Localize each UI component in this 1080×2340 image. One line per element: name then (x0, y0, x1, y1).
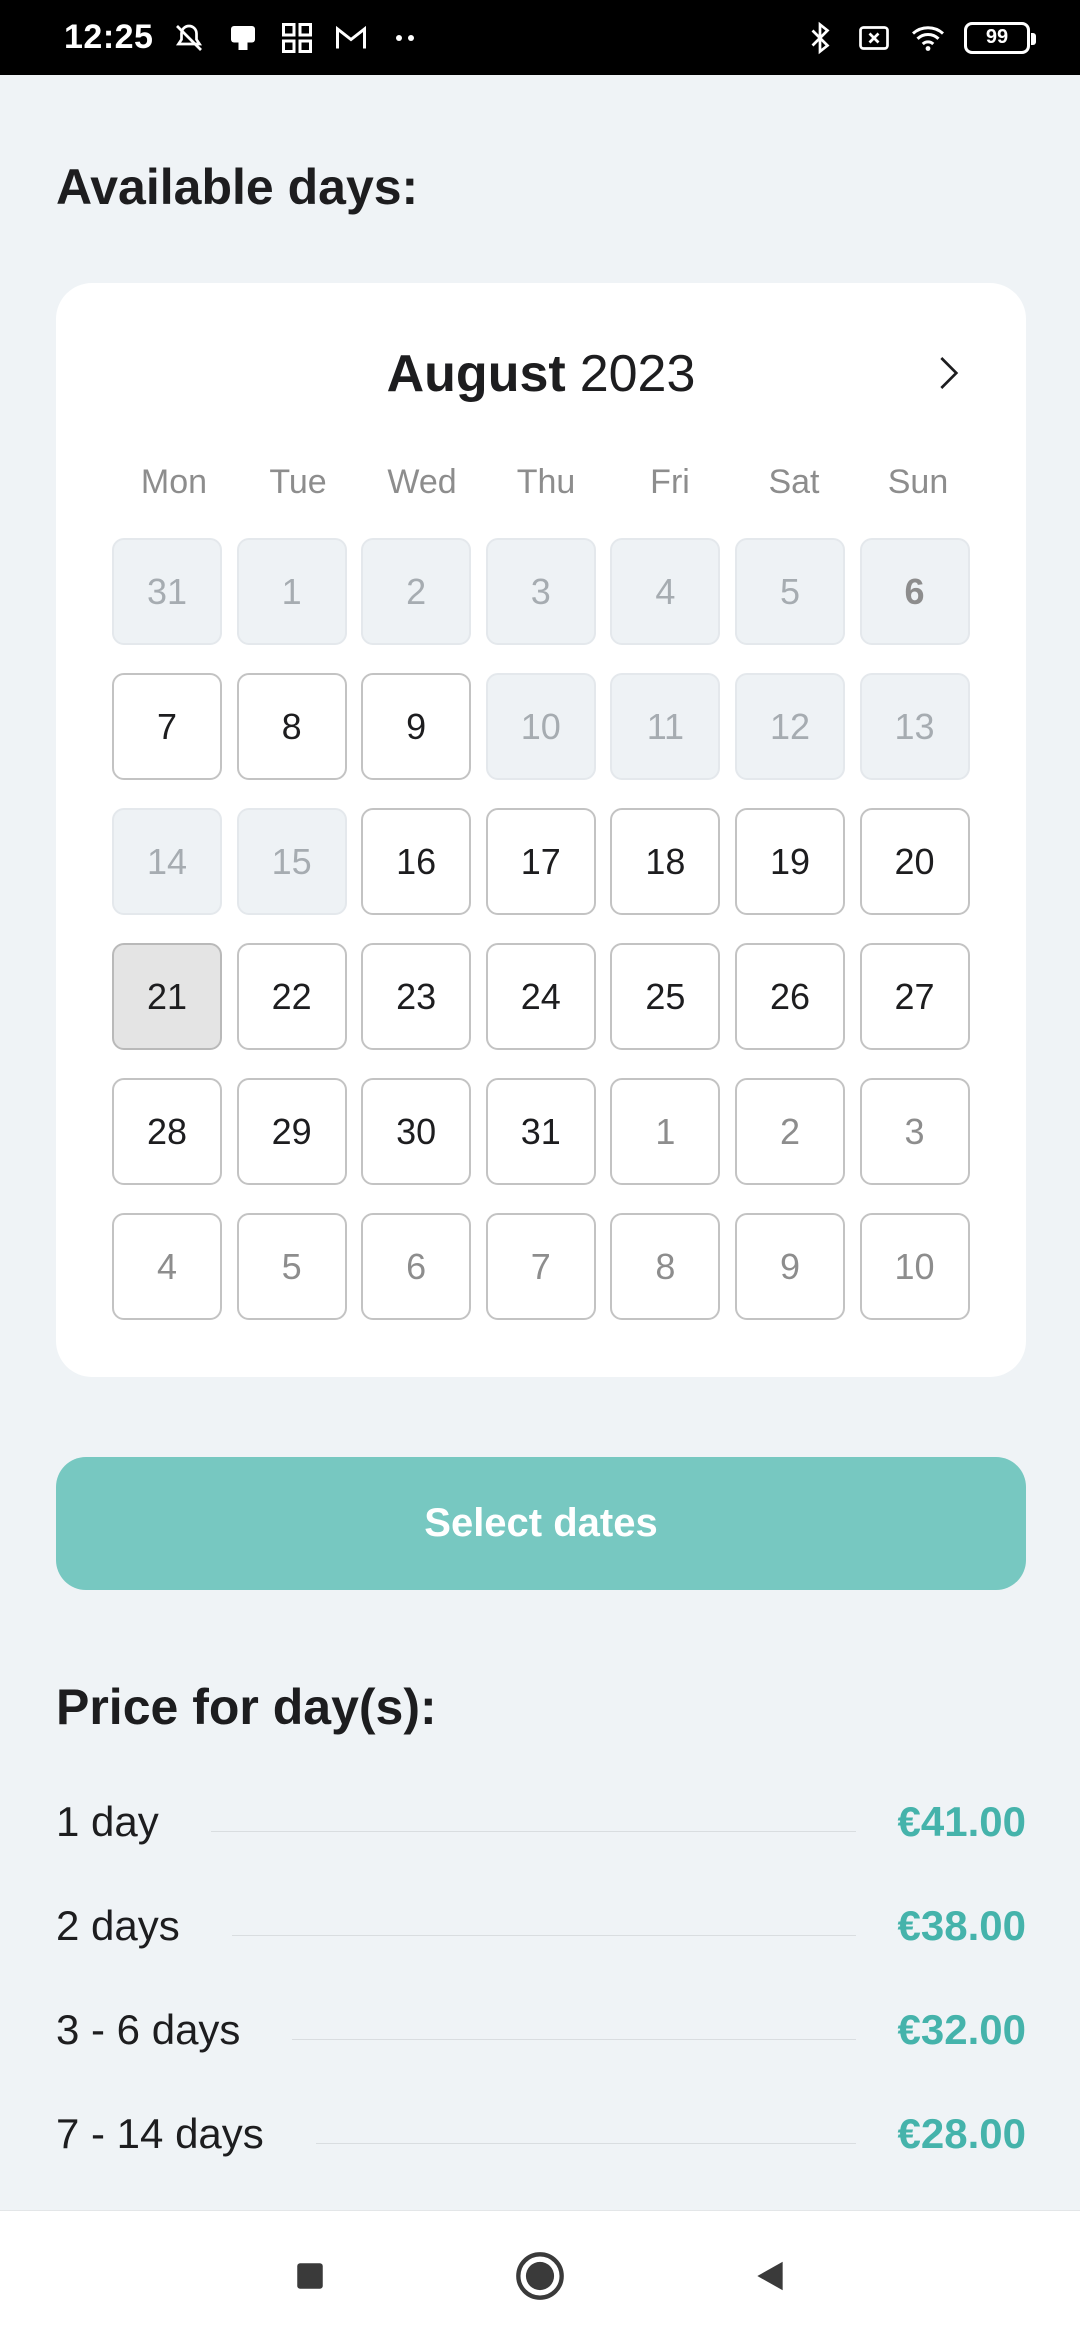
price-divider (315, 2142, 856, 2144)
back-icon (757, 2261, 783, 2290)
calendar-day[interactable]: 29 (236, 1078, 347, 1185)
calendar-day[interactable]: 5 (236, 1213, 347, 1320)
calendar-day[interactable]: 10 (859, 1213, 970, 1320)
price-row: 1 day €41.00 (56, 1792, 1026, 1852)
calendar-day[interactable]: 28 (112, 1078, 222, 1185)
calendar-day[interactable]: 2 (734, 1078, 845, 1185)
price-value: €38.00 (897, 1902, 1026, 1949)
price-label: 1 day (56, 1798, 159, 1845)
home-icon (516, 2251, 564, 2300)
calendar-day[interactable]: 7 (112, 673, 222, 780)
calendar-day[interactable]: 23 (361, 943, 472, 1050)
bluetooth-icon (802, 20, 838, 56)
calendar-day[interactable]: 10 (485, 673, 596, 780)
calendar-day[interactable]: 5 (734, 538, 845, 645)
more-dots-icon (387, 20, 423, 56)
price-value: €28.00 (897, 2110, 1026, 2157)
notification-icon (225, 20, 261, 56)
status-bar: 12:25 99 (0, 0, 1080, 75)
price-title: Price for day(s): (56, 1679, 437, 1735)
weekday-label: Fri (650, 463, 690, 501)
calendar-year: 2023 (579, 345, 696, 403)
calendar-header: August 2023 (56, 339, 1026, 409)
calendar-day[interactable]: 31 (112, 538, 222, 645)
wifi-icon (910, 20, 946, 56)
back-button[interactable] (740, 2246, 800, 2306)
calendar-day[interactable]: 31 (485, 1078, 596, 1185)
calendar-day[interactable]: 8 (236, 673, 347, 780)
price-label: 7 - 14 days (56, 2110, 264, 2157)
weekday-label: Wed (387, 463, 457, 501)
calendar-day[interactable]: 1 (610, 1078, 721, 1185)
price-label: 3 - 6 days (56, 2006, 241, 2053)
status-time: 12:25 (64, 18, 154, 56)
gmail-icon (333, 20, 369, 56)
price-row: 3 - 6 days €32.00 (56, 2000, 1026, 2060)
select-dates-button[interactable]: Select dates (56, 1457, 1026, 1590)
price-divider (210, 1830, 856, 1832)
calendar-day[interactable]: 19 (734, 808, 845, 915)
calendar-day[interactable]: 3 (485, 538, 596, 645)
calendar-day[interactable]: 6 (859, 538, 970, 645)
price-value: €32.00 (897, 2006, 1026, 2053)
weekday-label: Sun (887, 463, 949, 501)
sim-icon (856, 20, 892, 56)
navigation-bar (0, 2210, 1080, 2340)
calendar-day[interactable]: 15 (236, 808, 347, 915)
apps-icon (279, 20, 315, 56)
weekday-label: Thu (516, 463, 576, 501)
calendar-day[interactable]: 4 (610, 538, 721, 645)
weekday-label: Mon (140, 463, 208, 501)
calendar-day[interactable]: 11 (610, 673, 721, 780)
home-button[interactable] (510, 2246, 570, 2306)
calendar-day[interactable]: 2 (361, 538, 472, 645)
mute-icon (171, 20, 207, 56)
price-divider (292, 2038, 856, 2040)
calendar-day[interactable]: 17 (485, 808, 596, 915)
calendar-day[interactable]: 8 (610, 1213, 721, 1320)
calendar-day[interactable]: 30 (361, 1078, 472, 1185)
calendar-day[interactable]: 4 (112, 1213, 222, 1320)
calendar: August 2023 Mon Tue Wed Thu Fri Sat Sun 31 1 2 3 4… (56, 283, 1026, 1377)
calendar-day[interactable]: 13 (859, 673, 970, 780)
calendar-day[interactable]: 25 (610, 943, 721, 1050)
battery-level: 99 (985, 26, 1009, 48)
calendar-day[interactable]: 9 (734, 1213, 845, 1320)
calendar-day[interactable]: 1 (236, 538, 347, 645)
calendar-day[interactable]: 12 (734, 673, 845, 780)
calendar-day[interactable]: 6 (361, 1213, 472, 1320)
weekday-label: Tue (269, 463, 327, 501)
calendar-day[interactable]: 7 (485, 1213, 596, 1320)
calendar-day[interactable]: 18 (610, 808, 721, 915)
calendar-day[interactable]: 24 (485, 943, 596, 1050)
calendar-day[interactable]: 20 (859, 808, 970, 915)
calendar-day[interactable]: 16 (361, 808, 472, 915)
price-value: €41.00 (897, 1798, 1026, 1845)
recent-apps-icon (297, 2262, 323, 2289)
calendar-day[interactable]: 21 (112, 943, 222, 1050)
available-days-title: Available days: (56, 159, 419, 215)
calendar-day[interactable]: 9 (361, 673, 472, 780)
price-divider (231, 1934, 856, 1936)
weekday-header: Mon Tue Wed Thu Fri Sat Sun (112, 463, 980, 513)
calendar-day[interactable]: 14 (112, 808, 222, 915)
day-grid: 31 1 2 3 4 5 6 7 8 9 10 11 12 13 14 15 16 17 18 19 20 21 22 23 2… (112, 538, 980, 1320)
weekday-label: Sat (768, 463, 820, 501)
recent-apps-button[interactable] (280, 2246, 340, 2306)
next-month-button[interactable] (920, 345, 976, 401)
price-row: 7 - 14 days €28.00 (56, 2104, 1026, 2164)
calendar-day[interactable]: 27 (859, 943, 970, 1050)
calendar-day[interactable]: 3 (859, 1078, 970, 1185)
calendar-day[interactable]: 22 (236, 943, 347, 1050)
price-row: 2 days €38.00 (56, 1896, 1026, 1956)
battery-icon: 99 (964, 21, 1036, 54)
calendar-day[interactable]: 26 (734, 943, 845, 1050)
chevron-right-icon (940, 357, 959, 389)
price-label: 2 days (56, 1902, 180, 1949)
calendar-month: August (386, 345, 566, 403)
